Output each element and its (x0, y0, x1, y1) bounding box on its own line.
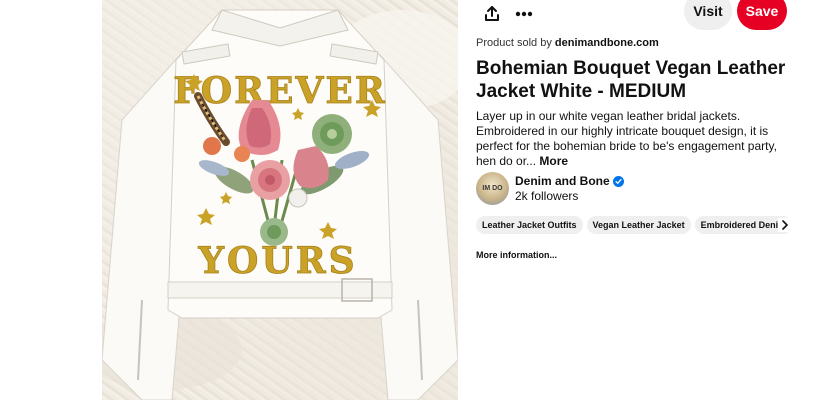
jacket-illustration: FOREVER YOURS (102, 9, 458, 400)
related-tags: Leather Jacket Outfits Vegan Leather Jack… (476, 216, 796, 234)
chevron-right-icon[interactable] (778, 218, 792, 232)
seller-link[interactable]: denimandbone.com (555, 37, 659, 49)
more-options-button[interactable] (510, 0, 538, 28)
pin-toolbar: Visit Save (476, 0, 840, 30)
ellipsis-icon (515, 11, 533, 17)
sold-by-label: Product sold by (476, 37, 552, 49)
verified-badge-icon (612, 175, 624, 187)
product-seller-line: Product sold by denimandbone.com (476, 37, 659, 49)
tag-chip[interactable]: Leather Jacket Outfits (476, 216, 583, 234)
pin-description: Layer up in our white vegan leather brid… (476, 109, 796, 169)
description-more-link[interactable]: More (539, 154, 568, 168)
save-button[interactable]: Save (737, 0, 787, 30)
more-information-link[interactable]: More information... (476, 250, 557, 260)
tag-chip[interactable]: Vegan Leather Jacket (586, 216, 691, 234)
avatar[interactable]: IM DO (476, 172, 509, 205)
creator-name-link[interactable]: Denim and Bone (515, 174, 624, 188)
creator-info: IM DO Denim and Bone 2k followers (476, 172, 736, 208)
share-icon (485, 6, 499, 21)
avatar-text: IM DO (482, 185, 503, 192)
creator-name: Denim and Bone (515, 174, 610, 188)
visit-button[interactable]: Visit (684, 0, 732, 30)
description-text: Layer up in our white vegan leather brid… (476, 109, 777, 168)
embroidery-text-bottom: YOURS (197, 240, 357, 282)
pin-title: Bohemian Bouquet Vegan Leather Jacket Wh… (476, 58, 786, 102)
share-button[interactable] (478, 0, 506, 28)
follower-count: 2k followers (515, 189, 579, 203)
pin-image[interactable]: FOREVER YOURS (102, 0, 458, 400)
